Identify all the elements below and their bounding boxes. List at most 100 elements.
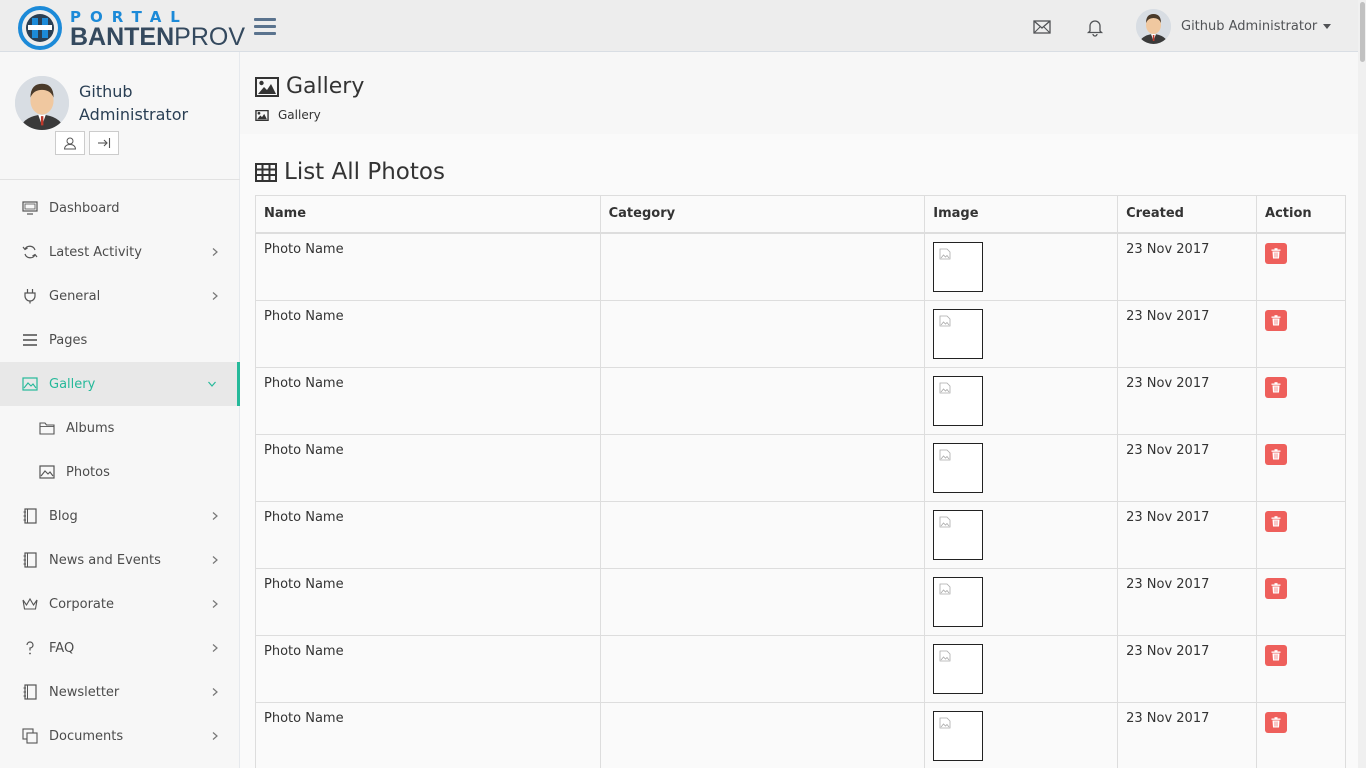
sidebar-item-dashboard[interactable]: Dashboard — [0, 186, 240, 230]
breadcrumb-item[interactable]: Gallery — [278, 108, 321, 122]
sidebar-item-faq[interactable]: FAQ — [0, 626, 240, 670]
delete-button[interactable] — [1265, 577, 1288, 599]
table-body: Photo Name 23 Nov 2017 Photo Name 23 Nov 20… — [255, 232, 1346, 768]
image-icon — [22, 376, 38, 392]
folder-icon — [39, 420, 55, 436]
chevron-right-icon — [212, 688, 218, 696]
breadcrumb: Gallery — [255, 108, 321, 122]
sidebar-item-general[interactable]: General — [0, 274, 240, 318]
brand-line2: BANTENPROV — [70, 23, 245, 52]
column-header-category[interactable]: Category — [599, 195, 926, 234]
photo-action-cell — [1256, 232, 1346, 301]
photo-action-cell — [1256, 567, 1346, 636]
page-scrollbar[interactable] — [1358, 0, 1366, 768]
photo-image-cell — [924, 232, 1119, 301]
sidebar-item-albums[interactable]: Albums — [0, 406, 240, 450]
photo-thumbnail[interactable] — [933, 710, 984, 761]
photo-created-cell: 23 Nov 2017 — [1117, 567, 1258, 636]
sidebar-item-label: News and Events — [49, 552, 161, 568]
photo-thumbnail[interactable] — [933, 241, 984, 292]
sidebar-item-documents[interactable]: Documents — [0, 714, 240, 758]
image-icon — [39, 464, 55, 480]
sidebar-item-label: Gallery — [49, 376, 96, 392]
delete-button[interactable] — [1265, 376, 1288, 398]
photo-category-cell — [599, 634, 926, 703]
photo-action-cell — [1256, 701, 1346, 768]
photo-thumbnail[interactable] — [933, 375, 984, 426]
photo-name-cell: Photo Name — [255, 634, 601, 703]
notebook-icon — [22, 508, 38, 524]
list-icon — [22, 332, 38, 348]
sidebar: Github Administrator Dashboard Latest Ac… — [0, 52, 240, 768]
column-header-image[interactable]: Image — [924, 195, 1119, 234]
brand-line2-light: PROV — [174, 23, 246, 51]
photo-action-cell — [1256, 433, 1346, 502]
image-icon — [255, 109, 269, 121]
sidebar-item-newsletter[interactable]: Newsletter — [0, 670, 240, 714]
delete-button[interactable] — [1265, 711, 1288, 733]
photo-action-cell — [1256, 366, 1346, 435]
envelope-icon[interactable] — [1032, 17, 1052, 37]
logout-button[interactable] — [89, 131, 119, 155]
column-header-created[interactable]: Created — [1117, 195, 1258, 234]
top-user-name: Github Administrator — [1181, 18, 1318, 34]
delete-button[interactable] — [1265, 443, 1288, 465]
delete-button[interactable] — [1265, 309, 1288, 331]
menu-toggle-button[interactable] — [254, 18, 276, 36]
content-panel: List All Photos Name Category Image Crea… — [240, 134, 1366, 768]
broken-image-icon — [939, 583, 951, 594]
delete-button[interactable] — [1265, 644, 1288, 666]
sidebar-item-latest-activity[interactable]: Latest Activity — [0, 230, 240, 274]
sidebar-item-photos[interactable]: Photos — [0, 450, 240, 494]
table-row: Photo Name 23 Nov 2017 — [255, 366, 1346, 435]
photo-category-cell — [599, 567, 926, 636]
sidebar-item-news-and-events[interactable]: News and Events — [0, 538, 240, 582]
table-icon — [255, 162, 277, 182]
sidebar-item-label: General — [49, 288, 101, 304]
column-header-name[interactable]: Name — [255, 195, 601, 234]
photo-thumbnail[interactable] — [933, 643, 984, 694]
sidebar-item-corporate[interactable]: Corporate — [0, 582, 240, 626]
delete-button[interactable] — [1265, 242, 1288, 264]
photo-name-cell: Photo Name — [255, 299, 601, 368]
photo-category-cell — [599, 232, 926, 301]
profile-panel: Github Administrator — [0, 52, 240, 180]
photo-action-cell — [1256, 299, 1346, 368]
photo-thumbnail[interactable] — [933, 442, 984, 493]
user-avatar-icon — [1136, 8, 1171, 44]
sidebar-item-label: Albums — [66, 420, 115, 436]
sidebar-item-label: FAQ — [49, 640, 75, 656]
photo-name-cell: Photo Name — [255, 232, 601, 301]
user-avatar-icon — [15, 76, 69, 130]
photo-thumbnail[interactable] — [933, 576, 984, 627]
delete-button[interactable] — [1265, 510, 1288, 532]
notebook-icon — [22, 684, 38, 700]
chevron-right-icon — [212, 292, 218, 300]
bell-icon[interactable] — [1085, 17, 1105, 37]
photo-image-cell — [924, 433, 1119, 502]
table-row: Photo Name 23 Nov 2017 — [255, 299, 1346, 368]
photo-category-cell — [599, 299, 926, 368]
profile-button[interactable] — [55, 131, 85, 155]
photo-thumbnail[interactable] — [933, 509, 984, 560]
photo-name-cell: Photo Name — [255, 567, 601, 636]
brand-logo[interactable]: PORTAL BANTENPROV — [18, 6, 245, 51]
photo-image-cell — [924, 299, 1119, 368]
photo-category-cell — [599, 701, 926, 768]
page-scrollbar-thumb[interactable] — [1360, 2, 1365, 62]
photo-created-cell: 23 Nov 2017 — [1117, 634, 1258, 703]
broken-image-icon — [939, 650, 951, 661]
photo-thumbnail[interactable] — [933, 308, 984, 359]
sidebar-item-label: Latest Activity — [49, 244, 142, 260]
sidebar-item-label: Newsletter — [49, 684, 120, 700]
sidebar-item-label: Photos — [66, 464, 110, 480]
sidebar-item-label: Dashboard — [49, 200, 120, 216]
sidebar-item-pages[interactable]: Pages — [0, 318, 240, 362]
table-row: Photo Name 23 Nov 2017 — [255, 433, 1346, 502]
page-header: Gallery Gallery — [240, 52, 1366, 134]
user-dropdown[interactable]: Github Administrator — [1136, 8, 1332, 44]
sidebar-item-gallery[interactable]: Gallery — [0, 362, 240, 406]
sidebar-item-blog[interactable]: Blog — [0, 494, 240, 538]
sidebar-menu: Dashboard Latest Activity General Pages … — [0, 186, 240, 758]
broken-image-icon — [939, 382, 951, 393]
